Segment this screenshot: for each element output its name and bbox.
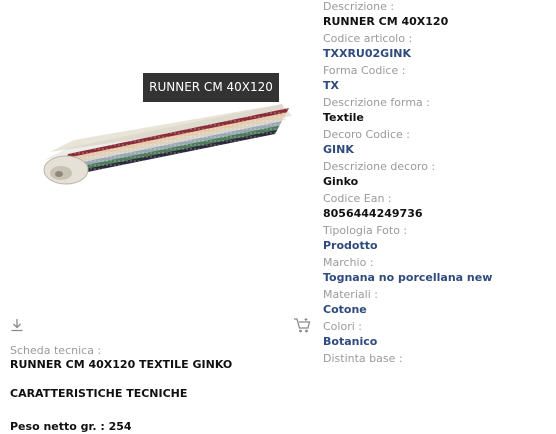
spec-label: Marchio : (323, 256, 374, 269)
spec-value-link[interactable]: TX (323, 79, 553, 93)
product-image[interactable]: RUNNER CM 40X120 (10, 0, 306, 305)
spec-tipologia-foto: Tipologia Foto : Prodotto (323, 224, 553, 256)
spec-value-link[interactable]: Tognana no porcellana new (323, 271, 553, 285)
spec-label: Materiali : (323, 288, 378, 301)
runner-rug-image (43, 104, 292, 185)
spec-value: 8056444249736 (323, 207, 423, 220)
spec-label: Descrizione decoro : (323, 160, 436, 173)
download-icon[interactable] (9, 317, 25, 333)
cart-icon[interactable] (293, 317, 311, 334)
spec-label: Colori : (323, 320, 362, 333)
spec-decoro-codice: Decoro Codice : GINK (323, 128, 553, 160)
tech-sheet: Scheda tecnica : RUNNER CM 40X120 TEXTIL… (10, 344, 310, 434)
spec-list: Descrizione : RUNNER CM 40X120 Codice ar… (323, 0, 553, 384)
image-tooltip: RUNNER CM 40X120 (143, 73, 279, 102)
tech-sheet-title: RUNNER CM 40X120 TEXTILE GINKO (10, 358, 233, 371)
spec-value-link[interactable]: Prodotto (323, 239, 553, 253)
spec-label: Descrizione : (323, 0, 395, 13)
spec-distinta-base: Distinta base : (323, 352, 553, 384)
spec-descrizione-forma: Descrizione forma : Textile (323, 96, 553, 128)
spec-value-link[interactable]: TXXRU02GINK (323, 47, 553, 61)
spec-codice-articolo: Codice articolo : TXXRU02GINK (323, 32, 553, 64)
spec-value: Textile (323, 111, 364, 124)
spec-value-link[interactable]: GINK (323, 143, 553, 157)
spec-label: Decoro Codice : (323, 128, 410, 141)
spec-colori: Colori : Botanico (323, 320, 553, 352)
spec-descrizione: Descrizione : RUNNER CM 40X120 (323, 0, 553, 32)
spec-value-link[interactable]: Botanico (323, 335, 553, 349)
spec-value: Ginko (323, 175, 359, 188)
spec-materiali: Materiali : Cotone (323, 288, 553, 320)
spec-codice-ean: Codice Ean : 8056444249736 (323, 192, 553, 224)
tech-sheet-label: Scheda tecnica : (10, 344, 102, 357)
spec-label: Codice Ean : (323, 192, 392, 205)
spec-label: Descrizione forma : (323, 96, 430, 109)
spec-value: RUNNER CM 40X120 (323, 15, 449, 28)
tech-sheet-section: CARATTERISTICHE TECNICHE (10, 387, 188, 400)
spec-forma-codice: Forma Codice : TX (323, 64, 553, 96)
spec-value-link[interactable]: Cotone (323, 303, 553, 317)
spec-descrizione-decoro: Descrizione decoro : Ginko (323, 160, 553, 192)
spec-label: Forma Codice : (323, 64, 406, 77)
spec-label: Tipologia Foto : (323, 224, 408, 237)
spec-marchio: Marchio : Tognana no porcellana new (323, 256, 553, 288)
spec-label: Codice articolo : (323, 32, 413, 45)
spec-label: Distinta base : (323, 352, 403, 365)
